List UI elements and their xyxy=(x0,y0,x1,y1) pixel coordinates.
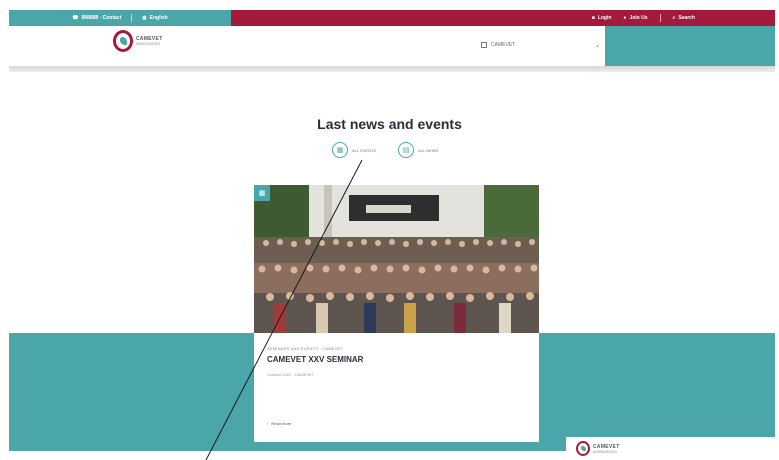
lock-icon: ■ xyxy=(591,15,595,21)
user-icon: ● xyxy=(623,15,627,21)
login-link[interactable]: ■ Login xyxy=(592,15,612,21)
section-title: Last news and events xyxy=(317,116,462,132)
calendar-icon: ▦ xyxy=(254,185,270,201)
contact-link[interactable]: ☎ 888888 · Contact xyxy=(72,15,121,21)
calendar-icon: ▦ xyxy=(332,142,348,158)
top-bar: ☎ 888888 · Contact ◍ English ■ Login ● J… xyxy=(9,10,775,26)
news-date: October 2022 · CAMEVET xyxy=(267,372,315,377)
news-icon: ▤ xyxy=(398,142,415,158)
filter-all-events[interactable]: ▦ ALL EVENTS xyxy=(332,142,376,158)
join-link[interactable]: ● Join Us xyxy=(623,15,647,21)
divider xyxy=(659,14,661,22)
news-card[interactable]: ▦ SEMINARS AND EVENTS · CAMEVET CAMEVET … xyxy=(254,185,539,442)
news-title[interactable]: CAMEVET XXV SEMINAR xyxy=(267,355,363,364)
menu-icon xyxy=(481,42,487,48)
read-more-label: Read more xyxy=(271,421,292,426)
globe-icon: ◍ xyxy=(142,15,147,21)
search-link[interactable]: ⌕ Search xyxy=(673,15,696,21)
top-bar-contact: ☎ 888888 · Contact ◍ English xyxy=(9,10,231,26)
globe-logo-icon xyxy=(576,441,590,456)
news-filters: ▦ ALL EVENTS ▤ ALL NEWS xyxy=(332,142,438,158)
globe-logo-icon xyxy=(113,30,133,52)
footer-logo[interactable]: CAMEVET ASSOCIATION xyxy=(576,441,620,456)
dropdown-label: CAMEVET xyxy=(491,42,516,48)
filter-all-news[interactable]: ▤ ALL NEWS xyxy=(398,142,438,158)
read-more-link[interactable]: › Read more xyxy=(267,421,291,426)
filter-label: ALL NEWS xyxy=(418,147,439,153)
top-bar-account: ■ Login ● Join Us ⌕ Search xyxy=(231,10,775,26)
logo-line2: ASSOCIATION xyxy=(593,449,617,454)
site-header: CAMEVET ASSOCIATION CAMEVET ⌄ xyxy=(9,26,775,66)
footer-logo-panel: CAMEVET ASSOCIATION xyxy=(566,437,775,460)
chevron-right-icon: › xyxy=(267,421,269,426)
filter-label: ALL EVENTS xyxy=(352,147,377,153)
site-logo[interactable]: CAMEVET ASSOCIATION xyxy=(113,30,163,52)
header-accent-block xyxy=(605,26,775,66)
group-photo xyxy=(254,185,539,333)
news-category: SEMINARS AND EVENTS · CAMEVET xyxy=(267,346,344,351)
section-dropdown[interactable]: CAMEVET ⌄ xyxy=(481,36,606,54)
news-card-image[interactable]: ▦ xyxy=(254,185,539,333)
language-link[interactable]: ◍ English xyxy=(142,15,167,21)
chevron-down-icon: ⌄ xyxy=(594,42,600,49)
logo-line2: ASSOCIATION xyxy=(136,42,160,46)
search-icon: ⌕ xyxy=(672,15,676,21)
divider xyxy=(131,14,133,22)
header-shadow xyxy=(9,66,775,72)
phone-icon: ☎ xyxy=(72,15,79,21)
